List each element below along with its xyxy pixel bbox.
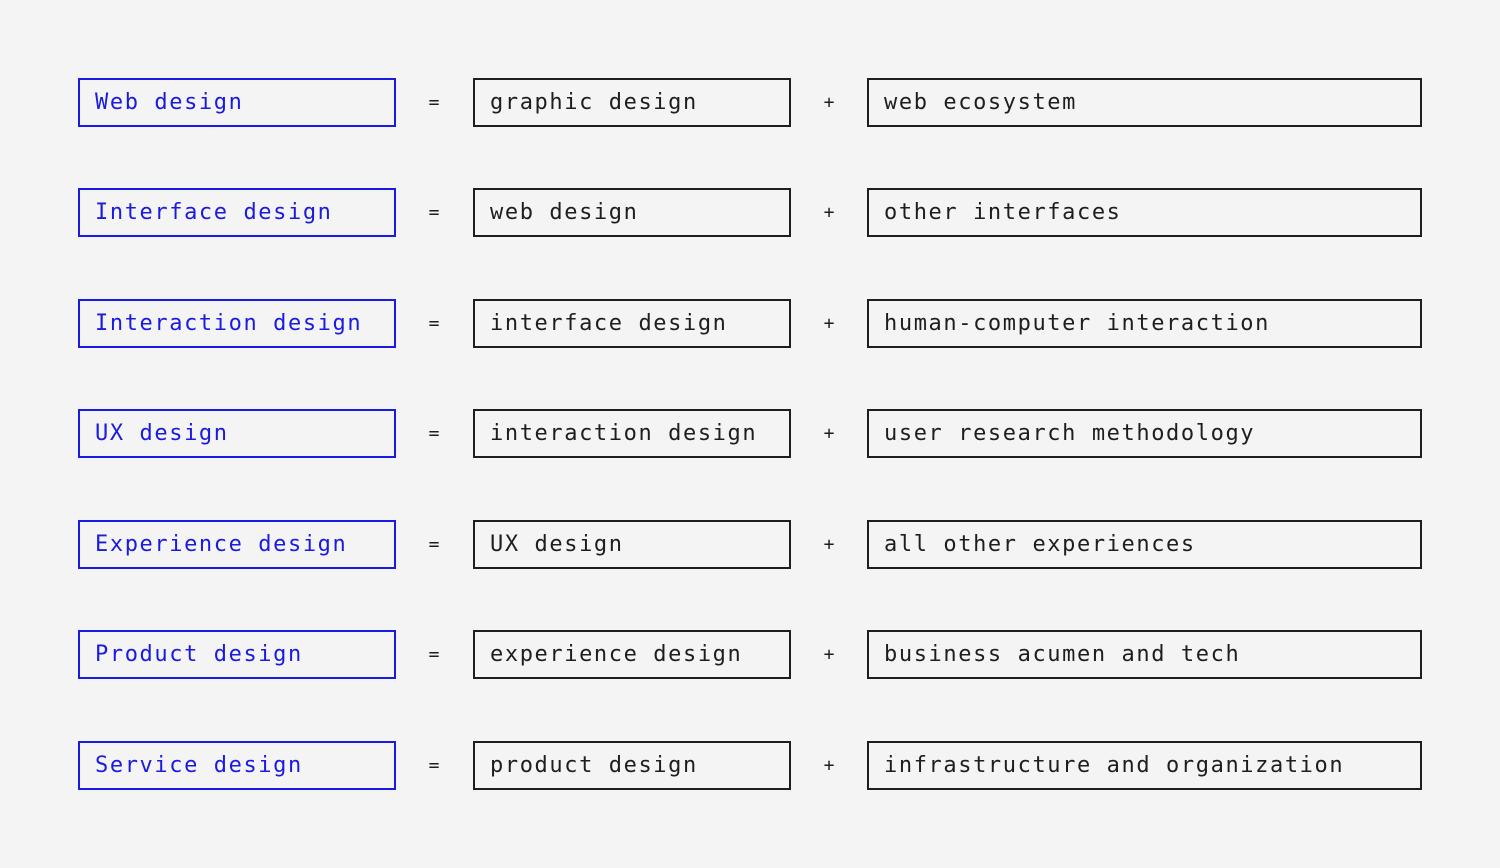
plus-sign: + [823,202,835,223]
equals-sign: = [428,313,440,334]
base-box: interface design [473,299,791,348]
equals-sign: = [428,92,440,113]
addition-box: web ecosystem [867,78,1422,127]
plus-sign: + [823,755,835,776]
plus-sign: + [823,92,835,113]
base-box: graphic design [473,78,791,127]
base-box: web design [473,188,791,237]
equation-row: Web design = graphic design + web ecosys… [0,78,1500,127]
plus-sign: + [823,423,835,444]
term-box: Interface design [78,188,396,237]
equation-row: Experience design = UX design + all othe… [0,520,1500,569]
plus-sign: + [823,534,835,555]
addition-box: infrastructure and organization [867,741,1422,790]
base-box: product design [473,741,791,790]
equation-row: Service design = product design + infras… [0,741,1500,790]
term-box: Web design [78,78,396,127]
term-box: UX design [78,409,396,458]
base-box: experience design [473,630,791,679]
base-box: UX design [473,520,791,569]
plus-sign: + [823,644,835,665]
base-box: interaction design [473,409,791,458]
term-box: Product design [78,630,396,679]
equation-row: Interface design = web design + other in… [0,188,1500,237]
equals-sign: = [428,534,440,555]
equals-sign: = [428,202,440,223]
term-box: Experience design [78,520,396,569]
equation-row: Interaction design = interface design + … [0,299,1500,348]
addition-box: business acumen and tech [867,630,1422,679]
equals-sign: = [428,755,440,776]
equation-row: UX design = interaction design + user re… [0,409,1500,458]
addition-box: all other experiences [867,520,1422,569]
addition-box: user research methodology [867,409,1422,458]
equation-row: Product design = experience design + bus… [0,630,1500,679]
equals-sign: = [428,423,440,444]
term-box: Service design [78,741,396,790]
term-box: Interaction design [78,299,396,348]
addition-box: human-computer interaction [867,299,1422,348]
addition-box: other interfaces [867,188,1422,237]
equals-sign: = [428,644,440,665]
plus-sign: + [823,313,835,334]
